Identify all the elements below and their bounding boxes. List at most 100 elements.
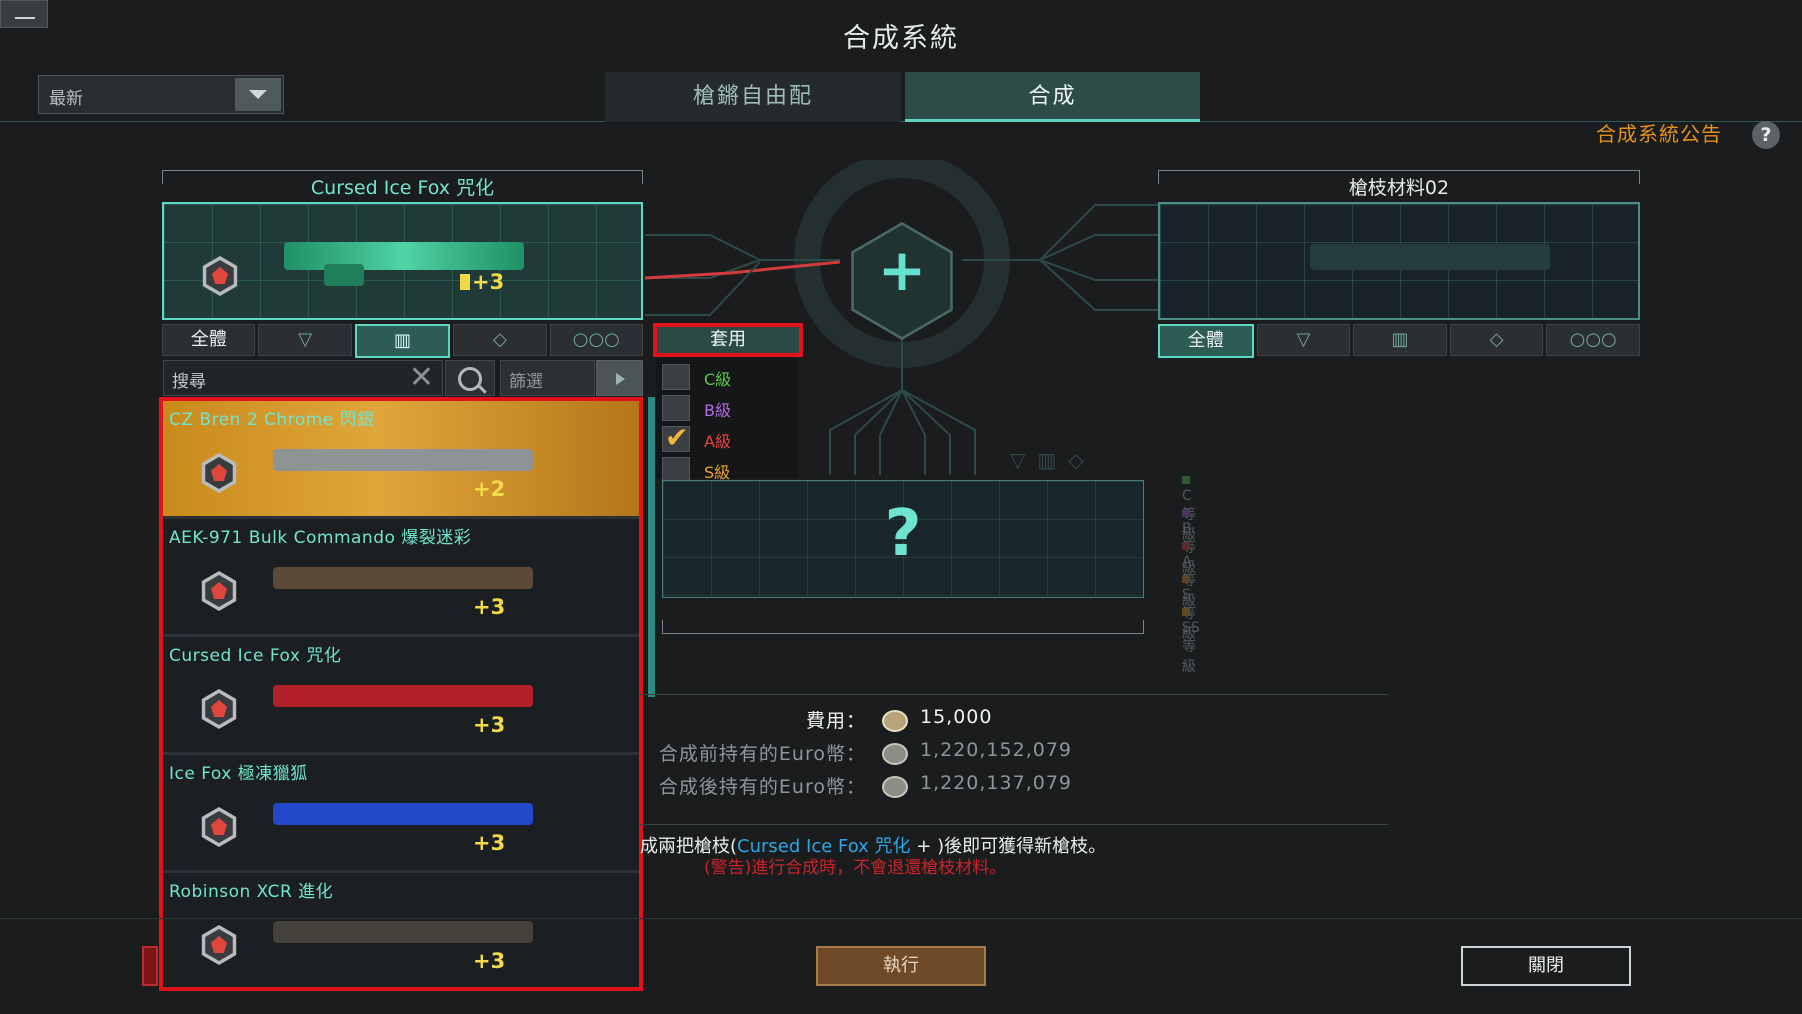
balance-before-label: 合成前持有的Euro幣： (658, 743, 866, 765)
balance-before-value: 1,220,152,079 (920, 739, 1073, 761)
execute-button[interactable]: 執行 (816, 946, 986, 986)
more-icon: ○○○ (572, 329, 620, 350)
grade-option[interactable]: ✔ A級 (662, 421, 792, 454)
warning-message: (警告)進行合成時，不會退還槍枝材料。 (704, 858, 1007, 878)
rifle-class-icon: ▽ (1296, 329, 1311, 350)
filter-go-button[interactable] (596, 360, 643, 396)
legend-swatch (1182, 476, 1190, 484)
tab-synthesis[interactable]: 合成 (905, 72, 1200, 122)
chevron-down-icon[interactable] (235, 78, 281, 111)
grade-option[interactable]: S級 (662, 457, 792, 483)
filter-target-tab[interactable]: ◇ (453, 324, 547, 356)
cost-divider-top (640, 694, 1388, 695)
filter-more-tab[interactable]: ○○○ (549, 324, 644, 356)
grade-checkbox[interactable] (662, 395, 690, 421)
filter-placeholder: 篩選 (509, 372, 543, 392)
weapon-image (273, 803, 533, 825)
weapon-list-item[interactable]: Cursed Ice Fox 咒化 +3 (163, 637, 639, 755)
weapon-name: Robinson XCR 進化 (169, 882, 334, 902)
list-scrollbar[interactable] (648, 397, 655, 697)
right-weapon-slot[interactable] (1158, 202, 1640, 320)
sort-dropdown[interactable]: 最新 (38, 75, 284, 114)
fee-label: 費用： (805, 710, 866, 732)
more-icon: ○○○ (1569, 329, 1617, 350)
ammo-bonus: +3 (472, 270, 505, 294)
rank-badge-icon (201, 571, 237, 611)
header-divider (0, 121, 1802, 122)
right-filter-all-tab[interactable]: 全體 (1158, 324, 1254, 358)
right-filter-ammo-tab[interactable]: ▥ (1353, 324, 1447, 356)
search-button[interactable] (445, 360, 495, 396)
ammo-bonus: +3 (473, 831, 506, 855)
weapon-image (273, 567, 533, 589)
legend-swatch (1182, 509, 1190, 517)
crosshair-icon: ◇ (493, 329, 507, 350)
fee-value: 15,000 (920, 706, 993, 728)
balance-after-label: 合成後持有的Euro幣： (658, 776, 866, 798)
window-title: 合成系統 (843, 23, 959, 54)
euro-coin-icon (882, 710, 908, 732)
weapon-list-item[interactable]: CZ Bren 2 Chrome 閃銀 +2 (163, 401, 639, 519)
grade-filter-panel: C級 B級 ✔ A級 S級 (656, 358, 798, 483)
ammo-bonus: +3 (473, 595, 506, 619)
grade-option[interactable]: C級 (662, 364, 792, 390)
rank-badge-icon (201, 453, 237, 493)
legend-swatch (1182, 608, 1190, 616)
rank-badge-icon (201, 807, 237, 847)
left-weapon-slot[interactable]: +3 (162, 202, 643, 320)
tab-free-config[interactable]: 槍鏘自由配 (605, 72, 901, 122)
sort-selected-value: 最新 (49, 89, 83, 109)
legend-label: SS等級 (1182, 620, 1200, 675)
result-bracket (662, 620, 1144, 634)
right-filter-target-tab[interactable]: ◇ (1449, 324, 1544, 356)
weapon-name: CZ Bren 2 Chrome 閃銀 (169, 410, 375, 430)
filter-all-tab[interactable]: 全體 (162, 324, 256, 356)
weapon-image (273, 685, 533, 707)
weapon-list-item[interactable]: Ice Fox 極凍獵狐 +3 (163, 755, 639, 873)
grade-label: B級 (704, 401, 731, 420)
crosshair-icon: ◇ (1489, 329, 1504, 350)
search-input[interactable]: 搜尋 ✕ (163, 360, 443, 396)
weapon-list[interactable]: CZ Bren 2 Chrome 閃銀 +2 AEK-971 Bulk Comman… (159, 397, 643, 991)
left-filter-tabs: 全體 ▽ ▥ ◇ ○○○ (162, 324, 644, 358)
rank-badge-icon (201, 925, 237, 965)
checkmark-icon: ✔ (665, 421, 689, 454)
ammo-bonus: +3 (473, 949, 506, 973)
grade-label: A級 (704, 432, 731, 451)
weapon-image (284, 242, 524, 270)
search-placeholder: 搜尋 (172, 372, 206, 392)
grade-checkbox[interactable] (662, 364, 690, 390)
result-unknown: ? (884, 497, 922, 571)
left-footer-button[interactable] (142, 946, 158, 986)
right-slot-title: 槍枝材料02 (1348, 177, 1450, 199)
result-class-icons: ▽▥◇ (1010, 448, 1096, 472)
synthesis-notice-link[interactable]: 合成系統公告 (1596, 118, 1722, 147)
grade-checkbox[interactable]: ✔ (662, 421, 690, 454)
grade-option[interactable]: B級 (662, 395, 792, 421)
legend-swatch (1182, 542, 1190, 550)
search-icon (458, 367, 482, 391)
cost-divider-bottom (640, 824, 1388, 825)
rank-badge-icon (201, 689, 237, 729)
close-button[interactable]: 關閉 (1461, 946, 1631, 986)
weapon-list-item[interactable]: Robinson XCR 進化 +3 (163, 873, 639, 987)
help-icon[interactable]: ? (1752, 121, 1780, 149)
right-filter-rifle-tab[interactable]: ▽ (1256, 324, 1351, 356)
filter-input[interactable]: 篩選 (500, 360, 595, 396)
left-slot-title: Cursed Ice Fox 咒化 (310, 177, 495, 199)
ammo-class-icon: ▥ (394, 330, 412, 351)
weapon-list-item[interactable]: AEK-971 Bulk Commando 爆裂迷彩 +3 (163, 519, 639, 637)
apply-button[interactable]: 套用 (653, 323, 803, 357)
weapon-name: Cursed Ice Fox 咒化 (169, 646, 342, 666)
euro-coin-icon (882, 743, 908, 765)
rifle-class-icon: ▽ (298, 329, 313, 350)
filter-rifle-tab[interactable]: ▽ (258, 324, 352, 356)
filter-ammo-tab[interactable]: ▥ (354, 324, 451, 358)
legend-swatch (1182, 575, 1190, 583)
ammo-bonus: +3 (473, 713, 506, 737)
clear-icon[interactable]: ✕ (409, 361, 434, 395)
ammo-icon (460, 274, 470, 290)
right-filter-more-tab[interactable]: ○○○ (1546, 324, 1640, 356)
right-filter-tabs: 全體 ▽ ▥ ◇ ○○○ (1158, 324, 1640, 358)
weapon-grip (324, 264, 364, 286)
